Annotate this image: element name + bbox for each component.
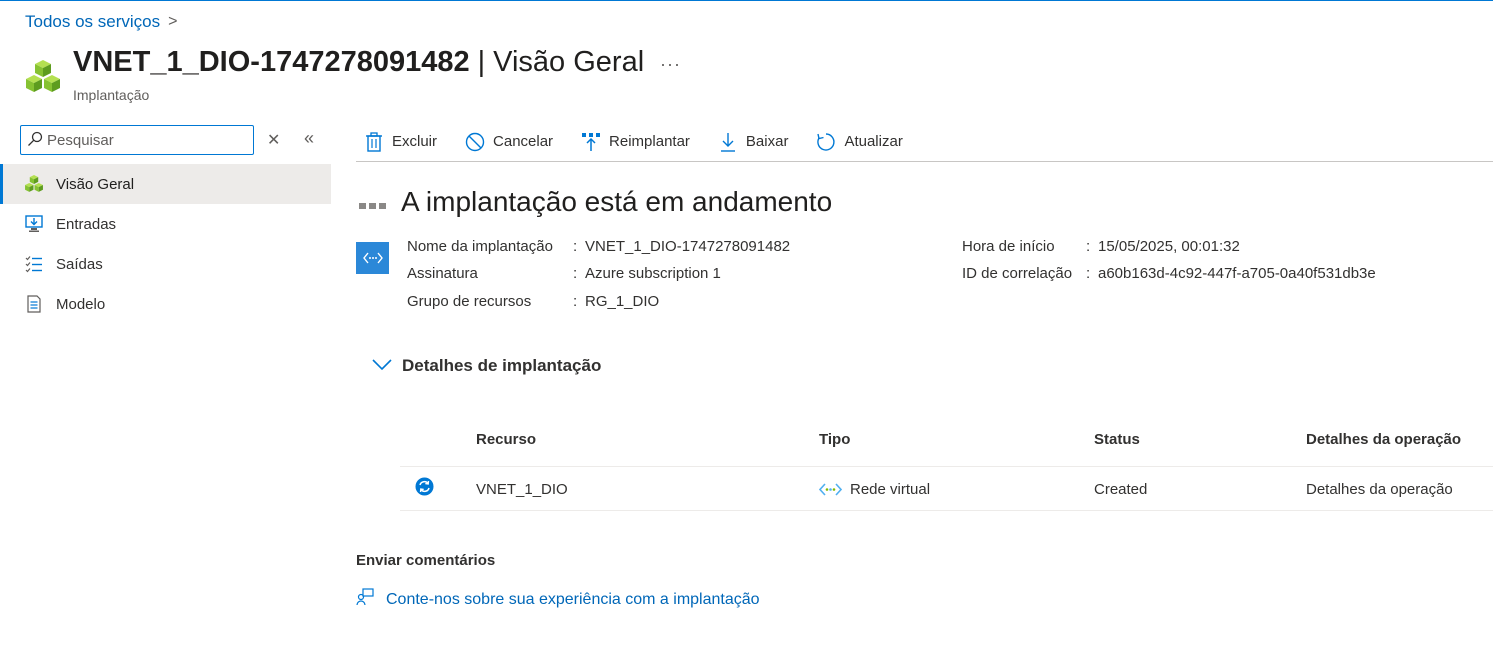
colon: : bbox=[573, 238, 578, 255]
colon: : bbox=[1086, 265, 1091, 282]
title-separator: | bbox=[477, 46, 486, 78]
deployment-name-value: VNET_1_DIO-1747278091482 bbox=[585, 238, 791, 255]
delete-label: Excluir bbox=[392, 133, 438, 150]
sidebar-item-label: Entradas bbox=[56, 215, 117, 233]
correlation-id-value: a60b163d-4c92-447f-a705-0a40f531db3e bbox=[1098, 265, 1376, 282]
sidebar-item-label: Modelo bbox=[56, 295, 106, 313]
inputs-icon bbox=[24, 214, 44, 234]
deployment-status-title: A implantação está em andamento bbox=[401, 186, 833, 217]
table-cell-type: Rede virtual bbox=[850, 481, 931, 498]
feedback-person-icon bbox=[356, 588, 374, 611]
sidebar-item-label: Saídas bbox=[56, 255, 103, 273]
start-time-label: Hora de início bbox=[962, 238, 1055, 255]
cancel-label: Cancelar bbox=[493, 133, 554, 150]
more-options-button[interactable]: ··· bbox=[660, 54, 681, 75]
deployment-cubes-icon bbox=[24, 58, 62, 96]
deployment-details-toggle[interactable]: Detalhes de implantação bbox=[372, 356, 601, 376]
clear-search-icon[interactable]: ✕ bbox=[267, 130, 280, 150]
chevron-down-icon bbox=[372, 356, 392, 376]
colon: : bbox=[573, 293, 578, 310]
search-icon bbox=[27, 131, 43, 150]
table-cell-resource: VNET_1_DIO bbox=[476, 481, 568, 498]
trash-icon bbox=[364, 131, 384, 152]
collapse-sidebar-icon[interactable]: « bbox=[304, 128, 314, 149]
refresh-button[interactable]: Atualizar bbox=[808, 124, 903, 160]
column-header-operation-details[interactable]: Detalhes da operação bbox=[1306, 431, 1461, 448]
deployment-name-label: Nome da implantação bbox=[407, 238, 553, 255]
refresh-label: Atualizar bbox=[844, 133, 903, 150]
search-box[interactable] bbox=[20, 125, 254, 155]
resource-type-subtitle: Implantação bbox=[73, 87, 150, 103]
in-progress-indicator bbox=[359, 203, 386, 209]
colon: : bbox=[573, 265, 578, 282]
resource-group-link[interactable]: RG_1_DIO bbox=[585, 293, 659, 310]
deployment-details-title: Detalhes de implantação bbox=[402, 356, 602, 375]
feedback-link-label: Conte-nos sobre sua experiência com a im… bbox=[386, 590, 760, 608]
download-button[interactable]: Baixar bbox=[710, 124, 789, 160]
deployment-cubes-icon bbox=[24, 174, 44, 194]
column-header-resource[interactable]: Recurso bbox=[476, 431, 536, 448]
table-header-divider bbox=[400, 466, 1493, 467]
column-header-type[interactable]: Tipo bbox=[819, 431, 850, 448]
command-bar: Excluir Cancelar Reimplantar Baixar Atua… bbox=[356, 122, 1493, 162]
delete-button[interactable]: Excluir bbox=[356, 124, 437, 160]
sidebar-item-inputs[interactable]: Entradas bbox=[0, 204, 331, 244]
resource-name: VNET_1_DIO-1747278091482 bbox=[73, 46, 470, 78]
start-time-value: 15/05/2025, 00:01:32 bbox=[1098, 238, 1240, 255]
page-title: VNET_1_DIO-1747278091482 | Visão Geral bbox=[73, 46, 644, 79]
redeploy-label: Reimplantar bbox=[609, 133, 690, 150]
sidebar-item-label: Visão Geral bbox=[56, 175, 135, 193]
subscription-link[interactable]: Azure subscription 1 bbox=[585, 265, 721, 282]
feedback-title: Enviar comentários bbox=[356, 552, 496, 569]
sidebar-item-overview[interactable]: Visão Geral bbox=[0, 164, 331, 204]
in-progress-sync-icon bbox=[415, 477, 434, 499]
top-accent-line bbox=[0, 0, 1493, 1]
redeploy-icon bbox=[581, 132, 601, 152]
download-label: Baixar bbox=[745, 133, 789, 150]
cancel-button[interactable]: Cancelar bbox=[457, 124, 553, 160]
cancel-circle-icon bbox=[465, 132, 485, 152]
virtual-network-icon bbox=[356, 242, 389, 274]
breadcrumb: Todos os serviços > bbox=[25, 12, 177, 32]
table-cell-status: Created bbox=[1094, 481, 1148, 498]
refresh-icon bbox=[816, 132, 836, 152]
resource-group-label: Grupo de recursos bbox=[407, 293, 532, 310]
colon: : bbox=[1086, 238, 1091, 255]
feedback-link[interactable]: Conte-nos sobre sua experiência com a im… bbox=[356, 588, 760, 611]
download-icon bbox=[718, 132, 738, 152]
page-name: Visão Geral bbox=[493, 46, 645, 78]
column-header-status[interactable]: Status bbox=[1094, 431, 1140, 448]
subscription-label: Assinatura bbox=[407, 265, 478, 282]
sidebar-item-template[interactable]: Modelo bbox=[0, 284, 331, 324]
sidebar-item-outputs[interactable]: Saídas bbox=[0, 244, 331, 284]
search-input[interactable] bbox=[47, 131, 237, 149]
template-document-icon bbox=[24, 294, 44, 314]
redeploy-button[interactable]: Reimplantar bbox=[573, 124, 690, 160]
chevron-right-icon: > bbox=[168, 13, 178, 30]
outputs-list-icon bbox=[24, 254, 44, 274]
operation-details-link[interactable]: Detalhes da operação bbox=[1306, 481, 1453, 498]
table-row-divider bbox=[400, 510, 1493, 511]
correlation-id-label: ID de correlação bbox=[962, 265, 1073, 282]
virtual-network-icon bbox=[818, 483, 843, 499]
breadcrumb-all-services-link[interactable]: Todos os serviços bbox=[25, 12, 160, 32]
